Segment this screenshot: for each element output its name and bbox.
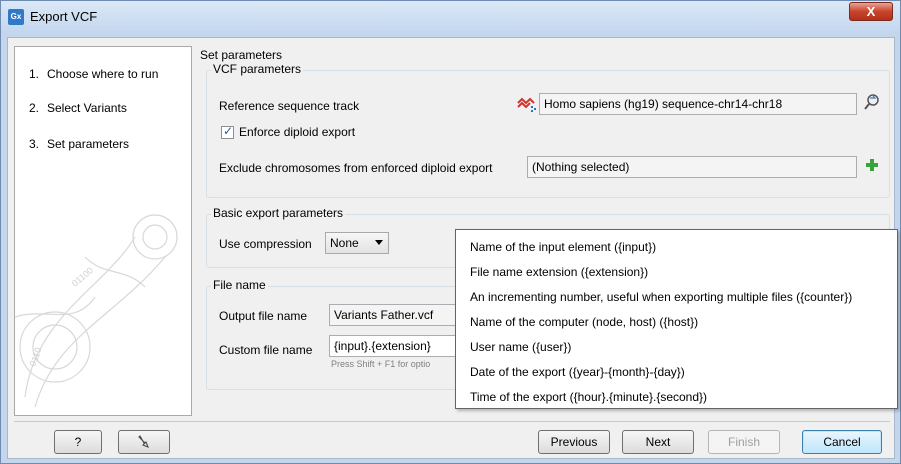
footer-separator [14, 421, 890, 422]
wizard-steps-panel: 1. Choose where to run 2. Select Variants … [14, 46, 192, 416]
popup-item-input[interactable]: Name of the input element ({input}) [470, 240, 656, 254]
reset-icon [138, 435, 149, 448]
group-title: VCF parameters [211, 62, 304, 76]
title-bar: Gx Export VCF X [1, 1, 900, 31]
chevron-down-icon [375, 240, 383, 245]
file-name-placeholder-popup: Name of the input element ({input}) File… [455, 229, 898, 409]
sequence-track-icon [517, 97, 536, 112]
exclude-chromosomes-label: Exclude chromosomes from enforced diploi… [219, 161, 493, 175]
step-label: Choose where to run [47, 67, 159, 81]
step-number: 2. [29, 101, 40, 115]
window-title: Export VCF [30, 9, 98, 24]
export-vcf-window: Gx Export VCF X 1. Choose where to run 2.… [0, 0, 901, 464]
step-label: Set parameters [47, 137, 130, 151]
popup-item-counter[interactable]: An incrementing number, useful when expo… [470, 290, 852, 304]
group-title: Basic export parameters [211, 206, 346, 220]
finish-button[interactable]: Finish [708, 430, 780, 454]
step-number: 1. [29, 67, 40, 81]
popup-item-time[interactable]: Time of the export ({hour}.{minute}.{sec… [470, 390, 707, 404]
enforce-diploid-label: Enforce diploid export [239, 125, 356, 139]
vcf-parameters-group: VCF parameters Reference sequence track … [206, 62, 890, 198]
reference-sequence-field[interactable]: Homo sapiens (hg19) sequence-chr14-chr18 [539, 93, 857, 115]
step-select-variants[interactable]: 2. Select Variants [29, 101, 127, 115]
enforce-diploid-checkbox[interactable]: ✓ [221, 124, 234, 139]
reference-sequence-label: Reference sequence track [219, 99, 360, 113]
custom-file-name-hint: Press Shift + F1 for optio [331, 359, 431, 369]
popup-item-user[interactable]: User name ({user}) [470, 340, 571, 354]
custom-file-name-label: Custom file name [219, 343, 313, 357]
close-button[interactable]: X [849, 2, 893, 21]
svg-text:01100: 01100 [70, 265, 95, 288]
output-file-name-field[interactable]: Variants Father.vcf [329, 304, 469, 326]
decorative-swirl-graphic: 01100 0110 [15, 214, 178, 408]
browse-icon[interactable] [861, 93, 883, 115]
add-icon[interactable] [861, 156, 883, 178]
step-number: 3. [29, 137, 40, 151]
custom-file-name-input[interactable]: {input}.{extension} [329, 335, 459, 357]
step-set-parameters[interactable]: 3. Set parameters [29, 137, 129, 151]
step-choose-where-to-run[interactable]: 1. Choose where to run [29, 67, 158, 81]
checkmark-icon: ✓ [223, 124, 234, 138]
popup-item-date[interactable]: Date of the export ({year}-{month}-{day}… [470, 365, 685, 379]
reset-button[interactable] [118, 430, 170, 454]
step-label: Select Variants [47, 101, 127, 115]
output-file-name-label: Output file name [219, 309, 308, 323]
exclude-chromosomes-field[interactable]: (Nothing selected) [527, 156, 857, 178]
help-button[interactable]: ? [54, 430, 102, 454]
compression-dropdown[interactable]: None [325, 232, 389, 254]
next-button[interactable]: Next [622, 430, 694, 454]
popup-item-extension[interactable]: File name extension ({extension}) [470, 265, 648, 279]
page-title: Set parameters [200, 48, 283, 62]
cancel-button[interactable]: Cancel [802, 430, 882, 454]
use-compression-label: Use compression [219, 237, 312, 251]
group-title: File name [211, 278, 268, 292]
popup-item-host[interactable]: Name of the computer (node, host) ({host… [470, 315, 698, 329]
compression-value: None [330, 236, 359, 250]
app-icon: Gx [8, 9, 24, 25]
previous-button[interactable]: Previous [538, 430, 610, 454]
